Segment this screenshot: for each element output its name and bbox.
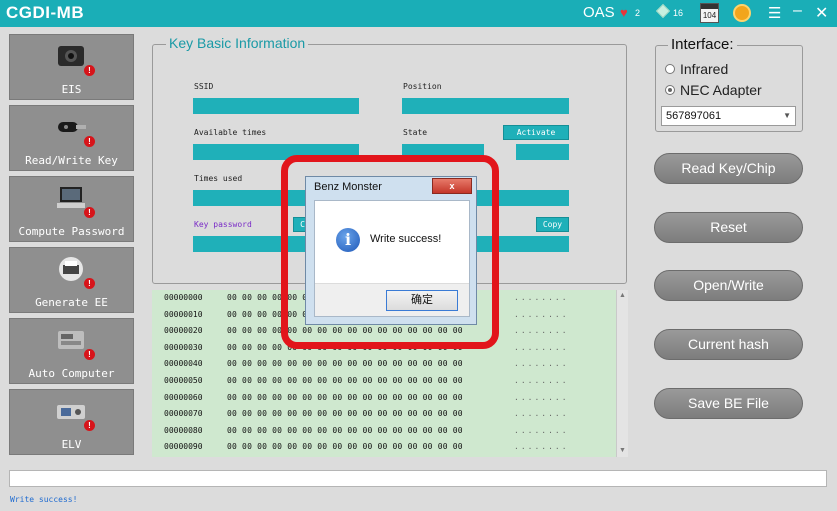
scroll-up-icon[interactable]: ▲: [617, 290, 628, 302]
diamond-icon: [655, 3, 671, 19]
dialog-message: Write success!: [370, 233, 442, 245]
nav-item-generate-ee[interactable]: ! Generate EE: [9, 247, 134, 313]
dialog-close-button[interactable]: x: [432, 178, 472, 194]
ecu-module-icon: [58, 331, 84, 349]
current-hash-button[interactable]: Current hash: [654, 329, 803, 360]
elv-lock-icon: [57, 405, 85, 419]
car-key-icon: [58, 122, 86, 132]
hex-scrollbar[interactable]: ▲ ▼: [616, 290, 628, 457]
available-times-label: Available times: [194, 128, 267, 137]
position-label: Position: [403, 82, 442, 91]
state-field-right[interactable]: [516, 144, 569, 160]
heart-count: 2: [635, 8, 641, 18]
nav-label: Read/Write Key: [25, 154, 118, 167]
message-dialog: Benz Monster x i Write success! 确定: [305, 176, 477, 325]
calendar-icon[interactable]: 104: [700, 3, 719, 23]
medal-icon[interactable]: [733, 4, 751, 22]
radio-infrared[interactable]: Infrared: [665, 61, 728, 77]
table-row[interactable]: 00000090 00 00 00 00 00 00 00 00 00 00 00…: [152, 439, 615, 456]
read-key-chip-button[interactable]: Read Key/Chip: [654, 153, 803, 184]
open-write-button[interactable]: Open/Write: [654, 270, 803, 301]
eis-module-icon: [58, 46, 84, 66]
device-value: 567897061: [666, 110, 722, 122]
reset-button[interactable]: Reset: [654, 212, 803, 243]
ok-button[interactable]: 确定: [386, 290, 458, 311]
radio-circle-icon[interactable]: [665, 64, 675, 75]
key-info-title: Key Basic Information: [166, 35, 309, 51]
nav-item-elv[interactable]: ! ELV: [9, 389, 134, 455]
key-password-label: Key password: [194, 220, 252, 229]
ssid-field[interactable]: [193, 98, 359, 114]
nav-label: Compute Password: [18, 225, 125, 238]
table-row[interactable]: 00000070 00 00 00 00 00 00 00 00 00 00 00…: [152, 406, 615, 423]
diamond-count: 16: [673, 8, 684, 18]
copy-button[interactable]: Copy: [536, 217, 569, 232]
nav-label: Generate EE: [35, 296, 108, 309]
nav-item-auto-computer[interactable]: ! Auto Computer: [9, 318, 134, 384]
status-text: Write success!: [10, 495, 78, 504]
dialog-title: Benz Monster: [314, 181, 382, 193]
radio-label: Infrared: [680, 61, 729, 77]
menu-icon[interactable]: ☰: [768, 4, 781, 22]
heart-icon: ♥: [620, 5, 628, 20]
table-row[interactable]: 00000080 00 00 00 00 00 00 00 00 00 00 00…: [152, 423, 615, 440]
close-icon[interactable]: ✕: [815, 3, 828, 23]
chevron-down-icon[interactable]: ▼: [783, 111, 791, 120]
alert-badge-icon: !: [84, 420, 95, 431]
state-label: State: [403, 128, 428, 137]
printer-icon: [59, 257, 83, 281]
position-field[interactable]: [402, 98, 569, 114]
info-icon: i: [336, 228, 360, 252]
table-row[interactable]: 00000040 00 00 00 00 00 00 00 00 00 00 00…: [152, 356, 615, 373]
nav-item-eis[interactable]: ! EIS: [9, 34, 134, 100]
alert-badge-icon: !: [84, 349, 95, 360]
activate-button[interactable]: Activate: [503, 125, 569, 140]
calendar-number: 104: [702, 11, 717, 20]
alert-badge-icon: !: [84, 278, 95, 289]
nav-label: Auto Computer: [28, 367, 115, 380]
table-row[interactable]: 00000060 00 00 00 00 00 00 00 00 00 00 00…: [152, 390, 615, 407]
save-be-file-button[interactable]: Save BE File: [654, 388, 803, 419]
app-title: CGDI-MB: [6, 3, 85, 22]
alert-badge-icon: !: [84, 207, 95, 218]
oas-label[interactable]: OAS: [583, 4, 615, 21]
progress-bar: [9, 470, 827, 487]
interface-title: Interface:: [668, 36, 737, 53]
alert-badge-icon: !: [84, 136, 95, 147]
radio-circle-icon[interactable]: [665, 85, 675, 96]
radio-label: NEC Adapter: [680, 82, 762, 98]
minimize-icon[interactable]: –: [793, 2, 802, 20]
ssid-label: SSID: [194, 82, 214, 91]
device-select[interactable]: 567897061 ▼: [661, 106, 796, 126]
nav-label: ELV: [61, 438, 82, 451]
scroll-down-icon[interactable]: ▼: [617, 445, 628, 457]
nav-item-compute-password[interactable]: ! Compute Password: [9, 176, 134, 242]
table-row[interactable]: 00000050 00 00 00 00 00 00 00 00 00 00 00…: [152, 373, 615, 390]
times-used-label: Times used: [194, 174, 243, 183]
alert-badge-icon: !: [84, 65, 95, 76]
title-bar: CGDI-MB OAS ♥ 2 16 104 ☰ – ✕: [0, 0, 837, 27]
nav-item-read-write-key[interactable]: ! Read/Write Key: [9, 105, 134, 171]
laptop-icon: [57, 187, 85, 208]
radio-nec-adapter[interactable]: NEC Adapter: [665, 82, 762, 98]
nav-label: EIS: [61, 83, 82, 96]
